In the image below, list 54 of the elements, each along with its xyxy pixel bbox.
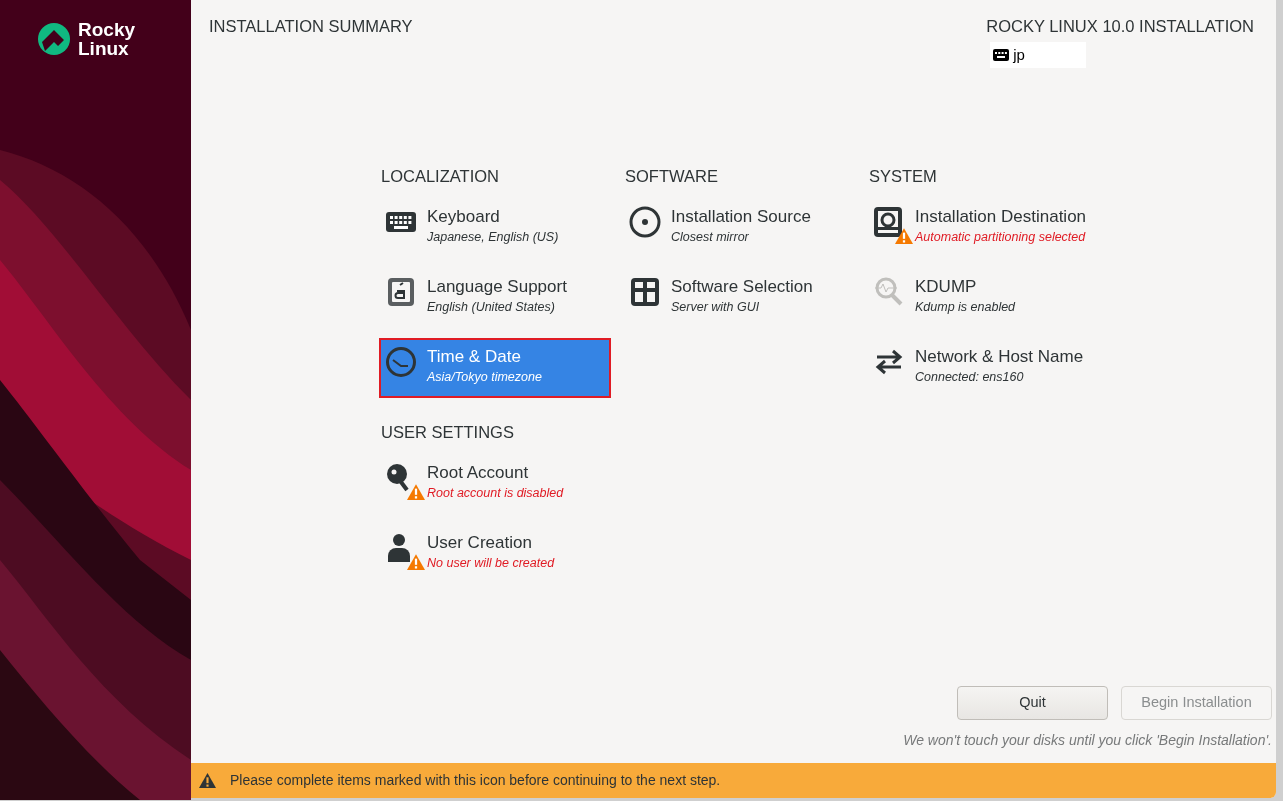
item-status: Root account is disabled	[427, 486, 564, 502]
section-heading: LOCALIZATION	[381, 166, 500, 187]
page-title: INSTALLATION SUMMARY	[209, 16, 413, 37]
warning-icon	[199, 773, 216, 788]
hub-item[interactable]: Root Account Root account is disabled	[381, 456, 609, 512]
clock-icon	[385, 346, 417, 378]
item-title: Time & Date	[427, 346, 522, 368]
logo-icon	[38, 23, 70, 55]
keyboard-layout-indicator[interactable]: jp	[990, 41, 1087, 68]
item-title: Installation Source	[671, 206, 811, 228]
package-icon	[629, 276, 661, 308]
magnifier-icon	[873, 276, 905, 308]
item-title: Installation Destination	[915, 206, 1087, 228]
warning-icon	[895, 228, 913, 244]
item-status: Server with GUI	[671, 300, 761, 316]
item-status: Automatic partitioning selected	[915, 230, 1087, 246]
hub-item[interactable]: User Creation No user will be created	[381, 526, 609, 582]
item-status: Kdump is enabled	[915, 300, 1016, 316]
item-status: English (United States)	[427, 300, 556, 316]
item-status: No user will be created	[427, 556, 555, 572]
section-heading: SYSTEM	[869, 166, 938, 187]
item-title: Root Account	[427, 462, 530, 484]
disk-notice: We won't touch your disks until you click 'Begin Installation'.	[903, 731, 1272, 750]
item-title: KDUMP	[915, 276, 978, 298]
hub-item[interactable]: Keyboard Japanese, English (US)	[381, 200, 609, 256]
hub-item[interactable]: Time & Date Asia/Tokyo timezone	[381, 340, 609, 396]
keyboard-icon	[993, 48, 1010, 61]
warning-message: Please complete items marked with this icon before continuing to the next step.	[230, 771, 721, 790]
item-status: Asia/Tokyo timezone	[427, 370, 542, 386]
warning-icon	[407, 554, 425, 570]
item-title: User Creation	[427, 532, 533, 554]
item-title: Software Selection	[671, 276, 813, 298]
section-heading: USER SETTINGS	[381, 422, 515, 443]
warning-icon	[407, 484, 425, 500]
item-title: Language Support	[427, 276, 567, 298]
section-heading: SOFTWARE	[625, 166, 719, 187]
item-status: Closest mirror	[671, 230, 750, 246]
hub-item[interactable]: KDUMP Kdump is enabled	[869, 270, 1097, 326]
language-icon	[385, 276, 417, 308]
hub-item[interactable]: Software Selection Server with GUI	[625, 270, 853, 326]
logo-text: Linux	[78, 39, 129, 58]
item-title: Keyboard	[427, 206, 501, 228]
quit-button[interactable]: Quit	[957, 686, 1108, 720]
item-status: Japanese, English (US)	[427, 230, 559, 246]
item-title: Network & Host Name	[915, 346, 1084, 368]
disc-icon	[629, 206, 661, 238]
hub-item[interactable]: Network & Host Name Connected: ens160	[869, 340, 1097, 396]
product-title: ROCKY LINUX 10.0 INSTALLATION	[986, 16, 1254, 37]
item-status: Connected: ens160	[915, 370, 1025, 386]
hub-item[interactable]: Language Support English (United States)	[381, 270, 609, 326]
layout-label: jp	[1013, 44, 1025, 65]
hub-item[interactable]: Installation Source Closest mirror	[625, 200, 853, 256]
logo-text: Rocky	[78, 20, 136, 39]
hub-item[interactable]: Installation Destination Automatic partitioning selected	[869, 200, 1097, 256]
